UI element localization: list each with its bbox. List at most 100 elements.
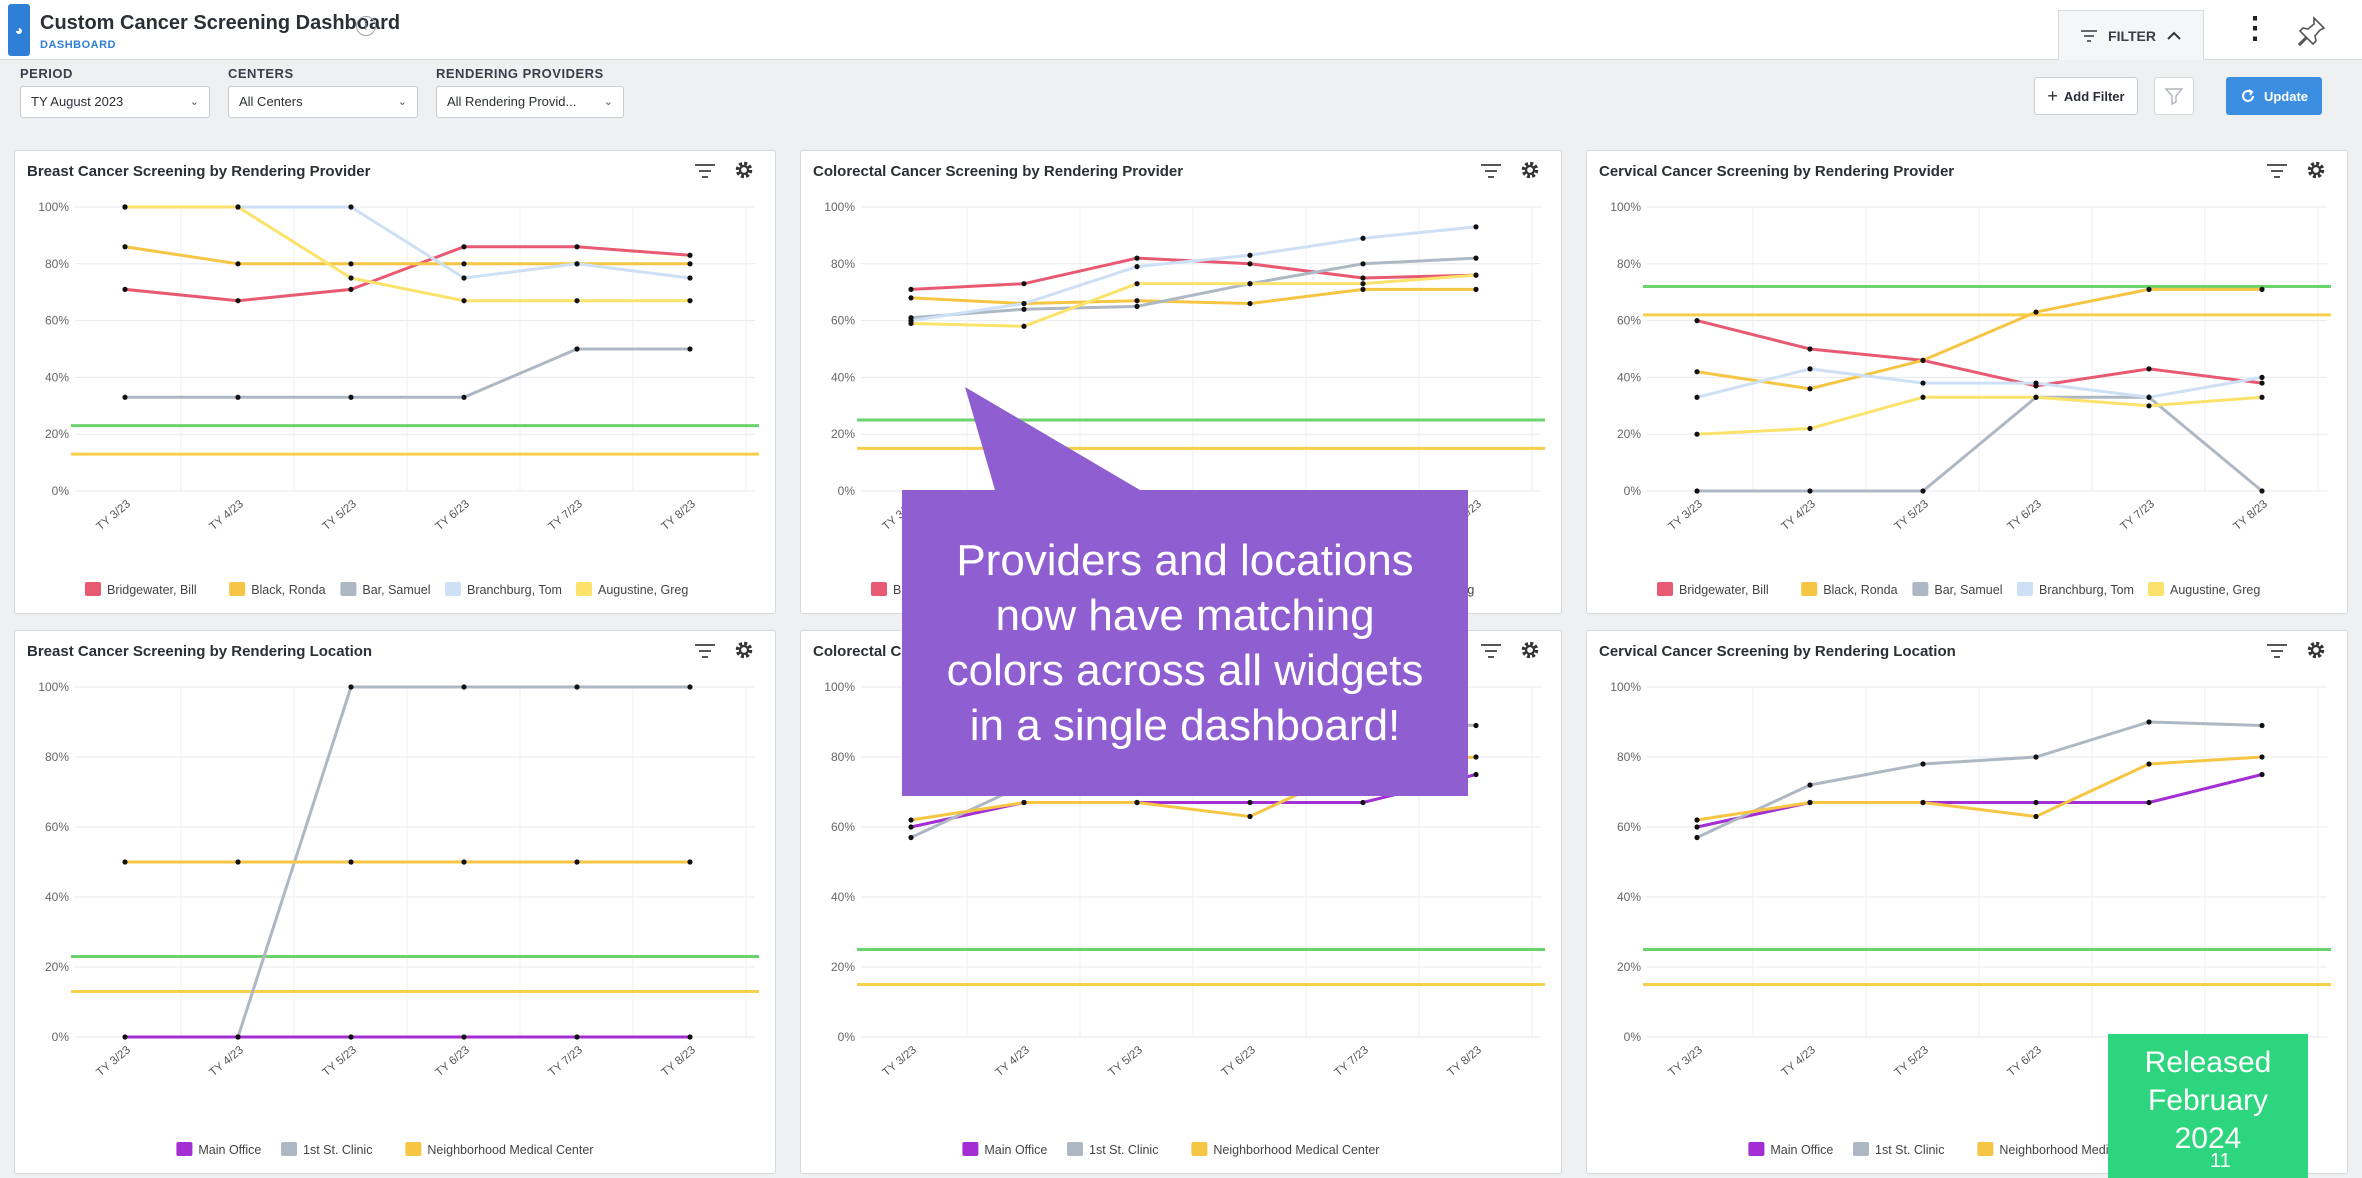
x-tick-label: TY 7/23 xyxy=(547,1044,585,1079)
data-point-black-ronda xyxy=(1920,357,1926,363)
centers-value: All Centers xyxy=(239,94,303,109)
data-point-branchburg-tom xyxy=(1807,366,1813,372)
data-point-1st-st-clinic xyxy=(1694,834,1700,841)
data-point-augustine-greg xyxy=(122,204,128,210)
funnel-icon xyxy=(2164,88,2184,105)
legend-label: Neighborhood Medical Center xyxy=(1213,1143,1379,1157)
y-tick-label: 80% xyxy=(1617,257,1641,271)
more-vertical-icon[interactable]: ⋮ xyxy=(2240,14,2270,46)
data-point-augustine-greg xyxy=(1473,272,1479,278)
widget-filter-icon[interactable] xyxy=(2265,161,2289,181)
y-tick-label: 60% xyxy=(45,314,69,328)
data-point-bridgewater-bill xyxy=(1134,255,1140,261)
data-point-bar-samuel xyxy=(1694,488,1700,494)
legend-swatch xyxy=(1977,1142,1994,1156)
x-tick-label: TY 3/23 xyxy=(1667,498,1705,533)
line-chart: 0% 20% 40% 60% 80% 100% TY 3/23 TY 4/23 TY 5/23 T… xyxy=(38,200,759,597)
widget-filter-icon[interactable] xyxy=(693,641,717,661)
y-tick-label: 100% xyxy=(38,680,69,694)
data-point-black-ronda xyxy=(235,261,241,267)
callout-line: Providers and locations xyxy=(956,536,1414,585)
filter-bar: PERIOD TY August 2023 ⌄ CENTERS All Cent… xyxy=(0,60,2362,130)
legend-label: Bridgewater, Bill xyxy=(107,583,197,597)
data-point-bridgewater-bill xyxy=(2259,380,2265,386)
info-icon[interactable]: i xyxy=(356,16,376,36)
y-tick-label: 100% xyxy=(38,200,69,214)
data-point-bar-samuel xyxy=(2259,488,2265,494)
data-point-bridgewater-bill xyxy=(908,286,914,292)
data-point-augustine-greg xyxy=(235,204,241,210)
data-point-augustine-greg xyxy=(1360,281,1366,287)
y-tick-label: 80% xyxy=(45,750,69,764)
gear-icon[interactable] xyxy=(2305,639,2327,661)
x-tick-label: TY 3/23 xyxy=(95,498,133,533)
legend-swatch xyxy=(1801,582,1818,596)
pin-icon[interactable] xyxy=(2294,14,2328,48)
legend-label: Main Office xyxy=(1770,1143,1833,1157)
chevron-up-icon xyxy=(2167,31,2181,40)
widget-title: Cervical Cancer Screening by Rendering P… xyxy=(1599,163,1955,180)
gear-icon[interactable] xyxy=(2305,159,2327,181)
released-line: Released xyxy=(2144,1046,2272,1079)
data-point-bridgewater-bill xyxy=(348,286,354,292)
data-point-black-ronda xyxy=(1694,369,1700,375)
gear-icon[interactable] xyxy=(1519,159,1541,181)
data-point-black-ronda xyxy=(1473,286,1479,292)
chart-widget: Cervical Cancer Screening by Rendering P… xyxy=(1586,150,2348,614)
gear-icon[interactable] xyxy=(733,639,755,661)
chevron-down-icon: ⌄ xyxy=(189,96,199,108)
y-tick-label: 80% xyxy=(45,257,69,271)
filter-lines-icon xyxy=(2081,29,2098,42)
widget-filter-icon[interactable] xyxy=(1479,161,1503,181)
data-point-branchburg-tom xyxy=(461,275,467,281)
widget-title: Breast Cancer Screening by Rendering Pro… xyxy=(27,163,371,180)
data-point-1st-st-clinic xyxy=(574,684,580,690)
legend-swatch xyxy=(1748,1142,1765,1156)
legend-swatch xyxy=(229,582,246,596)
centers-select[interactable]: All Centers ⌄ xyxy=(228,86,418,118)
data-point-black-ronda xyxy=(908,295,914,301)
period-select[interactable]: TY August 2023 ⌄ xyxy=(20,86,210,118)
x-tick-label: TY 6/23 xyxy=(2006,1044,2044,1079)
widget-filter-icon[interactable] xyxy=(693,161,717,181)
y-tick-label: 60% xyxy=(831,820,855,834)
gear-icon[interactable] xyxy=(733,159,755,181)
app-logo-icon[interactable]: ◕ xyxy=(8,4,30,56)
add-filter-button[interactable]: + Add Filter xyxy=(2034,77,2138,115)
data-point-1st-st-clinic xyxy=(1473,722,1479,729)
providers-select[interactable]: All Rendering Provid... ⌄ xyxy=(436,86,624,118)
legend-label: Black, Ronda xyxy=(1823,583,1897,597)
data-point-main-office xyxy=(574,1034,580,1040)
data-point-black-ronda xyxy=(2146,286,2152,292)
data-point-black-ronda xyxy=(1247,300,1253,307)
data-point-neighborhood-medical-center xyxy=(2033,813,2039,820)
gear-icon[interactable] xyxy=(1519,639,1541,661)
update-label: Update xyxy=(2263,88,2309,104)
x-tick-label: TY 4/23 xyxy=(208,498,246,533)
widget-title: Breast Cancer Screening by Rendering Loc… xyxy=(27,643,373,660)
legend-swatch xyxy=(340,582,357,596)
data-point-bar-samuel xyxy=(1807,488,1813,494)
data-point-augustine-greg xyxy=(1247,281,1253,287)
slide-number: 11 xyxy=(2210,1150,2231,1172)
period-label: PERIOD xyxy=(20,66,73,81)
funnel-button[interactable] xyxy=(2154,77,2194,115)
data-point-main-office xyxy=(908,824,914,830)
filter-toggle-button[interactable]: FILTER xyxy=(2058,10,2204,60)
x-tick-label: TY 3/23 xyxy=(1667,1044,1705,1079)
data-point-neighborhood-medical-center xyxy=(574,859,580,865)
data-point-augustine-greg xyxy=(687,298,693,304)
widget-filter-icon[interactable] xyxy=(2265,641,2289,661)
data-point-augustine-greg xyxy=(1694,431,1700,437)
callout-text: Providers and locations now have matchin… xyxy=(902,490,1468,796)
data-point-augustine-greg xyxy=(2259,394,2265,400)
data-point-bridgewater-bill xyxy=(122,286,128,292)
x-tick-label: TY 8/23 xyxy=(660,498,698,533)
legend-swatch xyxy=(281,1142,297,1156)
callout-line: in a single dashboard! xyxy=(969,701,1401,750)
update-button[interactable]: Update xyxy=(2226,77,2322,115)
widget-filter-icon[interactable] xyxy=(1479,641,1503,661)
data-point-branchburg-tom xyxy=(2146,394,2152,400)
data-point-augustine-greg xyxy=(2146,403,2152,409)
x-tick-label: TY 5/23 xyxy=(1893,498,1931,533)
